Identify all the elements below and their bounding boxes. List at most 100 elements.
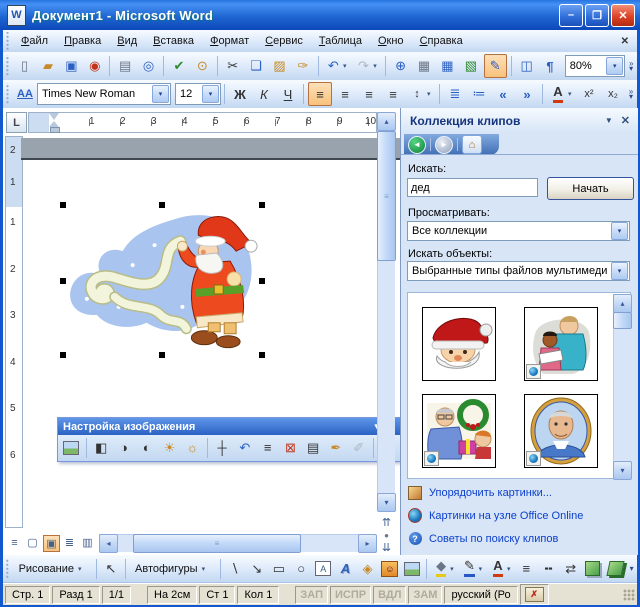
organize-clips-link[interactable]: Упорядочить картинки... xyxy=(408,485,552,500)
insert-table-icon[interactable]: ▦ xyxy=(437,55,458,77)
permission-icon[interactable]: ◉ xyxy=(84,55,105,77)
paste-icon[interactable]: ▨ xyxy=(269,55,290,77)
normal-view-icon[interactable]: ≡ xyxy=(6,534,23,551)
line-color-icon[interactable]: ✎ xyxy=(459,558,479,580)
autoshapes-menu-button[interactable]: Автофигуры ▾ xyxy=(129,561,217,577)
close-document-icon[interactable]: ✕ xyxy=(621,36,629,47)
line-style-icon[interactable]: ≡ xyxy=(257,437,278,458)
align-right-icon[interactable]: ≡ xyxy=(358,83,380,105)
menu-help[interactable]: Справка xyxy=(412,32,471,50)
line-style-icon[interactable]: ≡ xyxy=(516,558,536,580)
menu-file[interactable]: Файл xyxy=(13,32,56,50)
media-types-dropdown-icon[interactable]: ▾ xyxy=(611,262,628,280)
line-color-dropdown-icon[interactable]: ▾ xyxy=(479,565,487,573)
scroll-up-icon[interactable]: ▴ xyxy=(377,112,396,131)
underline-icon[interactable]: Ч xyxy=(277,83,299,105)
vertical-scrollbar-thumb[interactable]: ≡ xyxy=(377,131,396,261)
first-line-indent-marker[interactable] xyxy=(49,113,59,120)
horizontal-scrollbar-thumb[interactable]: ≡ xyxy=(133,534,301,553)
tab-selector-button[interactable]: L xyxy=(6,112,27,133)
font-color-dropdown-icon[interactable]: ▾ xyxy=(568,90,577,98)
oval-tool-icon[interactable]: ○ xyxy=(291,558,311,580)
fill-color-dropdown-icon[interactable]: ▾ xyxy=(450,565,458,573)
resize-handle[interactable] xyxy=(259,202,265,208)
toolbar-grip[interactable] xyxy=(5,557,10,580)
menu-tools[interactable]: Сервис xyxy=(257,32,311,50)
cut-icon[interactable]: ✂ xyxy=(222,55,243,77)
font-color-dropdown-icon[interactable]: ▾ xyxy=(507,565,515,573)
search-tips-link[interactable]: ? Советы по поиску клипов xyxy=(408,532,558,545)
status-mode-ext[interactable]: ВДЛ xyxy=(373,585,407,604)
results-scroll-up-icon[interactable]: ▴ xyxy=(613,294,632,313)
drawing-toggle-icon[interactable]: ✎ xyxy=(483,54,507,78)
save-icon[interactable]: ▣ xyxy=(61,55,82,77)
resize-handle[interactable] xyxy=(159,352,165,358)
menu-format[interactable]: Формат xyxy=(202,32,257,50)
more-contrast-icon[interactable]: ◑ xyxy=(114,437,135,458)
text-wrapping-icon[interactable]: ▤ xyxy=(303,437,324,458)
print-layout-view-icon[interactable]: ▣ xyxy=(43,535,60,552)
font-dropdown-icon[interactable]: ▾ xyxy=(152,85,169,103)
increase-indent-icon[interactable]: » xyxy=(516,83,538,105)
rotate-left-icon[interactable]: ↶ xyxy=(234,437,255,458)
document-map-icon[interactable]: ◫ xyxy=(516,55,537,77)
show-hide-paragraph-icon[interactable]: ¶ xyxy=(539,55,560,77)
undo-dropdown-icon[interactable]: ▾ xyxy=(343,62,352,70)
forward-icon[interactable]: ► xyxy=(435,135,453,154)
home-icon[interactable]: ⌂ xyxy=(462,135,482,154)
arrow-tool-icon[interactable]: ↘ xyxy=(247,558,267,580)
color-mode-icon[interactable]: ◧ xyxy=(91,437,112,458)
status-mode-rec[interactable]: ЗАП xyxy=(295,585,328,604)
align-center-icon[interactable]: ≡ xyxy=(334,83,356,105)
subscript-icon[interactable]: x₂ xyxy=(602,83,624,105)
styles-and-formatting-icon[interactable]: АА xyxy=(14,83,36,105)
collection-dropdown-icon[interactable]: ▾ xyxy=(611,222,628,240)
format-painter-icon[interactable]: ✑ xyxy=(292,55,313,77)
resize-grip[interactable] xyxy=(623,588,635,601)
tables-and-borders-icon[interactable]: ▦ xyxy=(413,55,434,77)
text-box-icon[interactable]: А xyxy=(313,558,333,580)
reading-layout-icon[interactable]: ▥ xyxy=(79,534,96,551)
spelling-icon[interactable]: ✔ xyxy=(168,55,189,77)
scroll-right-icon[interactable]: ▸ xyxy=(358,534,377,553)
resize-handle[interactable] xyxy=(259,352,265,358)
selected-clipart-santa[interactable] xyxy=(60,202,265,358)
print-preview-icon[interactable]: ◎ xyxy=(138,55,159,77)
clip-thumbnail-santa-face[interactable] xyxy=(422,307,496,381)
print-icon[interactable]: ▤ xyxy=(114,55,135,77)
new-document-icon[interactable]: ▯ xyxy=(14,55,35,77)
clip-art-icon[interactable]: ☺ xyxy=(380,558,400,580)
office-online-link[interactable]: Картинки на узле Office Online xyxy=(408,508,583,523)
crop-icon[interactable]: ┼ xyxy=(212,437,233,458)
close-button[interactable]: ✕ xyxy=(611,3,635,27)
insert-hyperlink-icon[interactable]: ⊕ xyxy=(390,55,411,77)
resize-handle[interactable] xyxy=(60,352,66,358)
status-mode-ovr[interactable]: ЗАМ xyxy=(408,585,443,604)
toolbar-grip[interactable] xyxy=(5,32,10,50)
set-transparent-color-icon[interactable]: ✐ xyxy=(348,437,369,458)
decrease-indent-icon[interactable]: « xyxy=(492,83,514,105)
numbered-list-icon[interactable]: ≣ xyxy=(444,83,466,105)
font-name-combo[interactable]: Times New Roman ▾ xyxy=(37,83,171,105)
format-picture-icon[interactable]: ✒ xyxy=(326,437,347,458)
select-objects-icon[interactable]: ↖ xyxy=(101,558,121,580)
insert-picture-icon[interactable] xyxy=(402,558,422,580)
fill-color-icon[interactable]: ◆ xyxy=(431,558,451,580)
clip-thumbnail-portrait[interactable] xyxy=(524,394,598,468)
scroll-down-icon[interactable]: ▾ xyxy=(377,493,396,512)
clip-thumbnail-reading[interactable] xyxy=(524,307,598,381)
clip-thumbnail-grandpa-gift[interactable] xyxy=(422,394,496,468)
web-layout-view-icon[interactable]: ▢ xyxy=(24,534,41,551)
more-brightness-icon[interactable]: ☀ xyxy=(159,437,180,458)
collection-combo[interactable]: Все коллекции ▾ xyxy=(407,221,630,241)
bold-icon[interactable]: Ж xyxy=(229,83,251,105)
undo-icon[interactable]: ↶ xyxy=(323,55,344,77)
size-dropdown-icon[interactable]: ▾ xyxy=(202,85,219,103)
draw-menu-button[interactable]: Рисование ▾ xyxy=(13,561,93,577)
outline-view-icon[interactable]: ≣ xyxy=(61,534,78,551)
scroll-left-icon[interactable]: ◂ xyxy=(99,534,118,553)
superscript-icon[interactable]: x² xyxy=(578,83,600,105)
dash-style-icon[interactable]: ╍ xyxy=(538,558,558,580)
menu-insert[interactable]: Вставка xyxy=(145,32,202,50)
less-brightness-icon[interactable]: ☼ xyxy=(182,437,203,458)
